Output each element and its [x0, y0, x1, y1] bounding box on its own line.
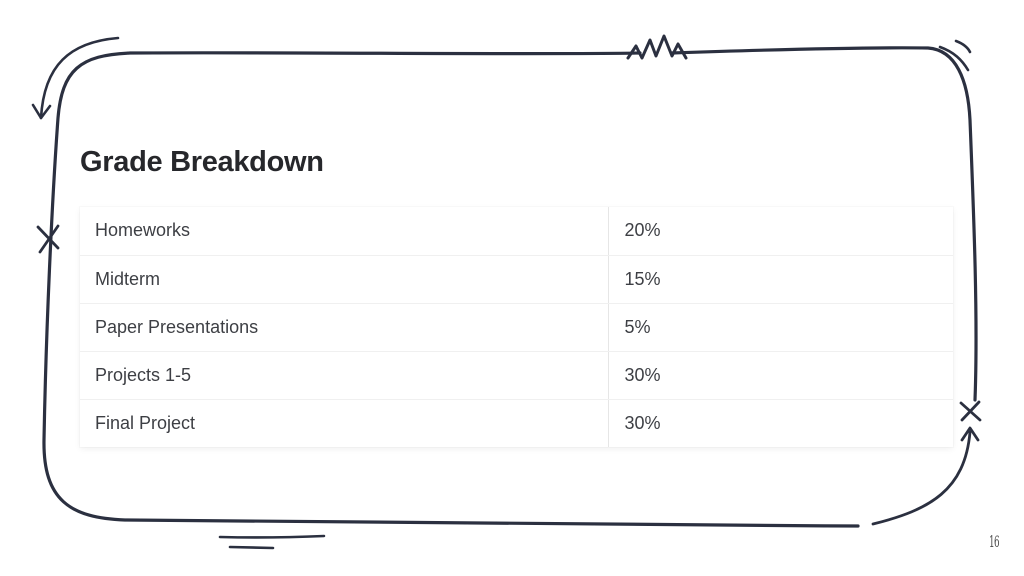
table-row: Midterm 15%: [80, 255, 953, 304]
grade-breakdown-table: Homeworks 20% Midterm 15% Paper Presenta…: [80, 207, 953, 447]
slide: Grade Breakdown Homeworks 20% Midterm 15…: [0, 0, 1024, 576]
table-row: Projects 1-5 30%: [80, 351, 953, 400]
zigzag-top: [626, 34, 688, 60]
grade-item-cell: Projects 1-5: [80, 351, 609, 400]
cross-mark-right: [959, 400, 982, 422]
grade-weight-cell: 20%: [608, 207, 953, 256]
curved-arrow-top-left: [39, 36, 120, 120]
double-underline-bottom: [228, 545, 275, 550]
table-row: Final Project 30%: [80, 399, 953, 447]
grade-weight-cell: 15%: [608, 255, 953, 304]
grade-item-cell: Final Project: [80, 399, 609, 447]
grade-item-cell: Paper Presentations: [80, 303, 609, 352]
double-arc-top-right-outer: [954, 39, 972, 54]
grade-weight-cell: 5%: [608, 303, 953, 352]
grade-weight-cell: 30%: [608, 351, 953, 400]
grade-item-cell: Homeworks: [80, 207, 609, 256]
page-number: 16: [989, 532, 1000, 551]
table-row: Paper Presentations 5%: [80, 303, 953, 352]
cross-mark-left: [36, 224, 60, 254]
double-underline-top: [218, 534, 326, 539]
grade-item-cell: Midterm: [80, 255, 609, 304]
slide-title: Grade Breakdown: [80, 146, 324, 178]
double-arc-top-right-inner: [938, 45, 970, 72]
table-row: Homeworks 20%: [80, 207, 953, 256]
grade-weight-cell: 30%: [624, 412, 661, 433]
